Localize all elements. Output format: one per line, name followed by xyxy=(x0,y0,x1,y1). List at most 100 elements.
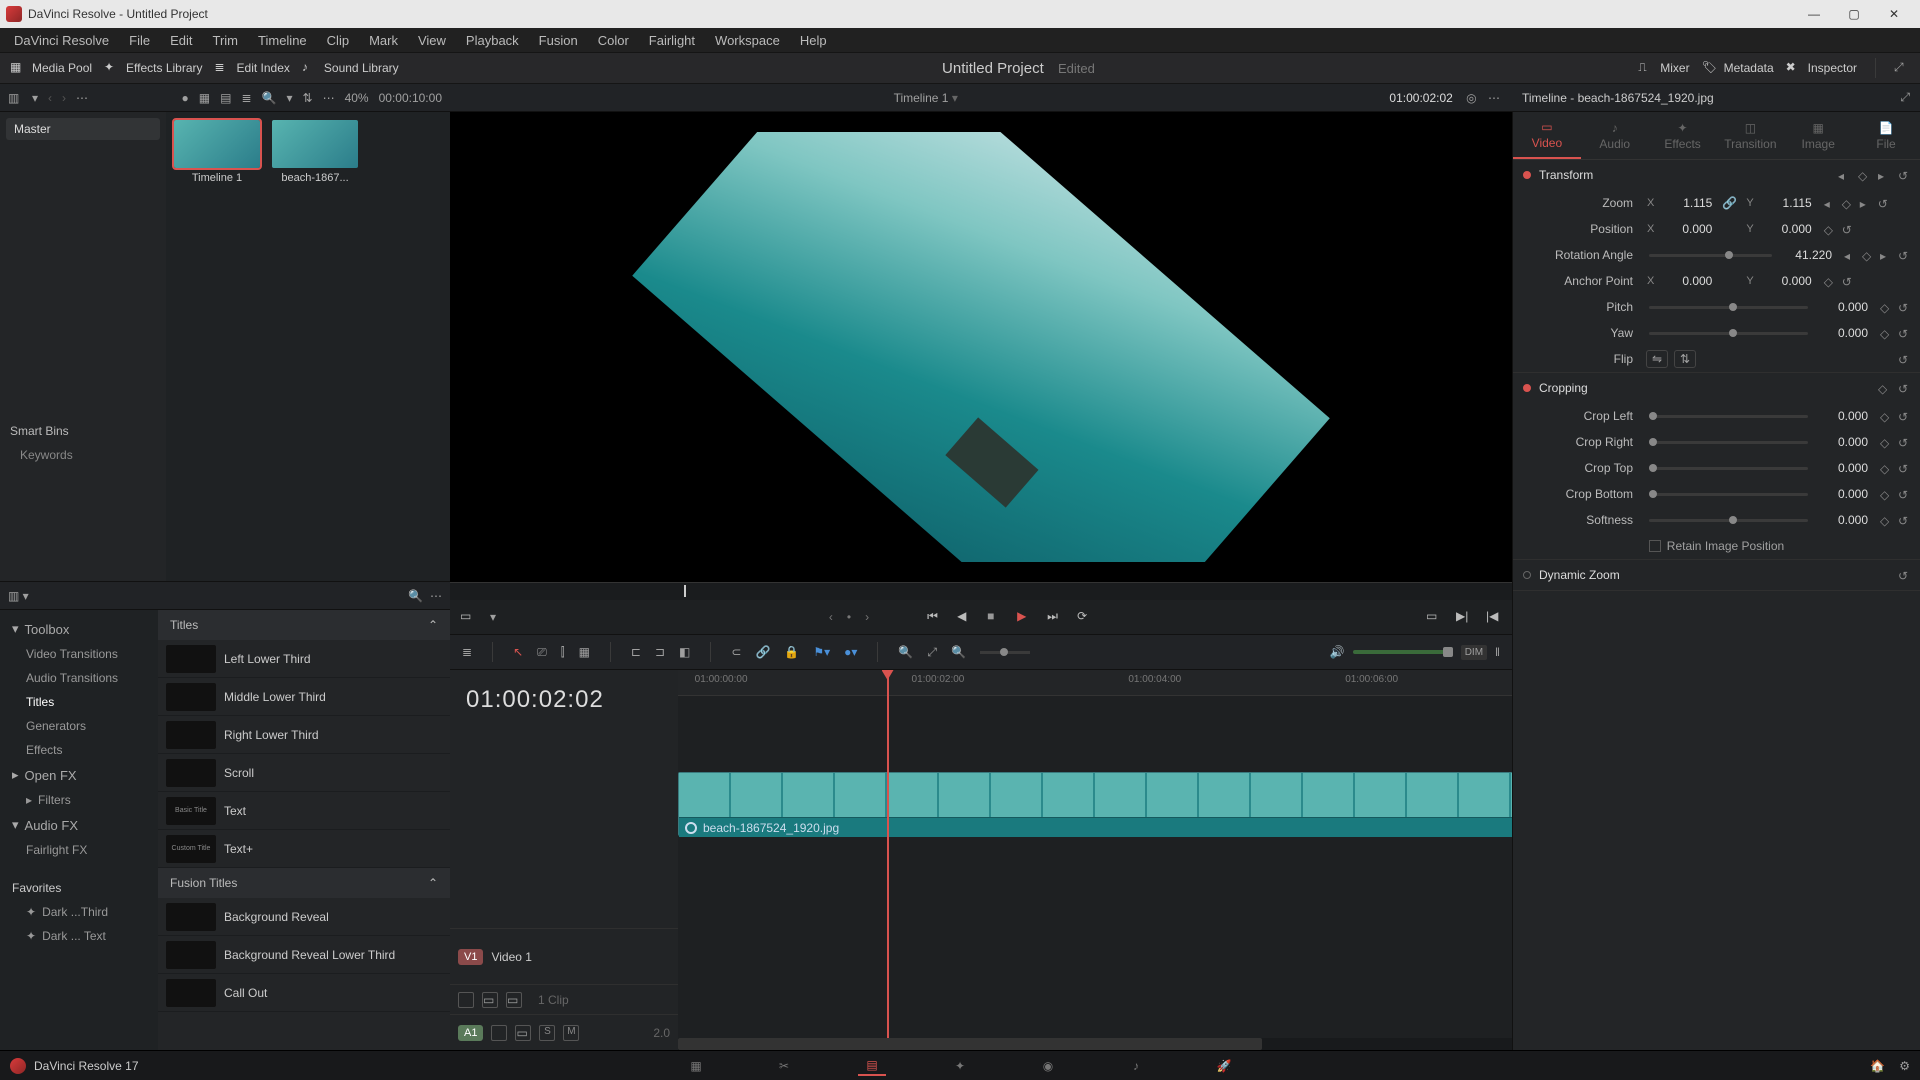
inspector-toggle[interactable]: ✖Inspector xyxy=(1786,60,1857,76)
link-icon[interactable]: 🔗 xyxy=(755,645,770,659)
menu-mark[interactable]: Mark xyxy=(361,30,406,51)
overwrite-icon[interactable]: ⊐ xyxy=(655,645,665,659)
loop-icon[interactable]: ⟳ xyxy=(1077,609,1093,625)
edit-page[interactable]: ▤ xyxy=(858,1056,886,1076)
keywords-bin[interactable]: Keywords xyxy=(6,442,160,468)
pos-x-value[interactable]: 0.000 xyxy=(1658,220,1716,238)
timeline-scrollbar[interactable] xyxy=(678,1038,1512,1050)
timeline-timecode[interactable]: 01:00:02:02 xyxy=(450,670,678,730)
audio-transitions[interactable]: Audio Transitions xyxy=(0,666,158,690)
stop-icon[interactable]: ■ xyxy=(987,609,1003,625)
replace-icon[interactable]: ◧ xyxy=(679,645,690,659)
sort-icon[interactable]: ⇅ xyxy=(303,91,313,105)
dim-button[interactable]: DIM xyxy=(1461,645,1487,660)
title-item[interactable]: Scroll xyxy=(158,754,450,792)
menu-edit[interactable]: Edit xyxy=(162,30,200,51)
marker-icon[interactable]: ●▾ xyxy=(844,645,857,659)
grid-view-icon[interactable]: ▤ xyxy=(220,91,231,105)
viewer-scrubber[interactable] xyxy=(450,582,1512,600)
menu-fusion[interactable]: Fusion xyxy=(531,30,586,51)
viewer-timecode[interactable]: 01:00:02:02 xyxy=(1389,91,1452,105)
expand-icon[interactable]: ⤢ xyxy=(1894,60,1910,76)
disable-track-icon[interactable]: ▭ xyxy=(506,992,522,1008)
search-icon[interactable]: 🔍 xyxy=(262,91,277,105)
menu-file[interactable]: File xyxy=(121,30,158,51)
reset-icon[interactable]: ↺ xyxy=(1842,223,1854,235)
close-button[interactable]: ✕ xyxy=(1874,4,1914,24)
fairlight-page[interactable]: ♪ xyxy=(1122,1056,1150,1076)
bypass-icon[interactable]: ◎ xyxy=(1466,91,1476,105)
menu-workspace[interactable]: Workspace xyxy=(707,30,788,51)
media-pool-toggle[interactable]: ▦Media Pool xyxy=(10,60,92,76)
keyframe-icon[interactable]: ◇ xyxy=(1862,249,1874,261)
clip-beach[interactable]: beach-1867... xyxy=(272,120,358,184)
fav-item[interactable]: ✦ Dark ... Text xyxy=(0,924,158,948)
keyframe-icon[interactable]: ◇ xyxy=(1880,488,1892,500)
effects-node[interactable]: Effects xyxy=(0,738,158,762)
reset-icon[interactable]: ↺ xyxy=(1842,275,1854,287)
cut-page[interactable]: ✂ xyxy=(770,1056,798,1076)
step-back-small-icon[interactable]: |◀ xyxy=(1486,609,1502,625)
pitch-value[interactable]: 0.000 xyxy=(1814,298,1872,316)
zoom-y-value[interactable]: 1.115 xyxy=(1758,194,1816,212)
titles-node[interactable]: Titles xyxy=(0,690,158,714)
menu-timeline[interactable]: Timeline xyxy=(250,30,315,51)
lock-track-icon[interactable] xyxy=(458,992,474,1008)
reset-icon[interactable]: ↺ xyxy=(1898,569,1910,581)
transform-section[interactable]: Transform ◂ ◇ ▸ ↺ xyxy=(1513,160,1920,190)
inspector-tab-file[interactable]: 📄File xyxy=(1852,112,1920,159)
rotation-slider[interactable] xyxy=(1649,254,1772,257)
settings-icon[interactable]: ⚙ xyxy=(1899,1059,1910,1073)
next-keyframe-icon[interactable]: ▸ xyxy=(1860,197,1872,209)
video-track-header[interactable]: V1 Video 1 xyxy=(450,928,678,984)
flip-h-button[interactable]: ⇋ xyxy=(1646,350,1668,368)
playhead[interactable] xyxy=(887,670,889,1050)
goto-end-icon[interactable]: ⏭ xyxy=(1047,609,1063,625)
panel-icon[interactable]: ▥ ▾ xyxy=(8,589,29,603)
crop-top-slider[interactable] xyxy=(1649,467,1808,470)
menu-app[interactable]: DaVinci Resolve xyxy=(6,30,117,51)
insert-icon[interactable]: ⊏ xyxy=(631,645,641,659)
next-edit-icon[interactable]: › xyxy=(865,610,869,624)
reset-icon[interactable]: ↺ xyxy=(1898,353,1910,365)
list-view-icon[interactable]: ≣ xyxy=(241,91,251,105)
next-keyframe-icon[interactable]: ▸ xyxy=(1878,169,1890,181)
step-back-icon[interactable]: ◀ xyxy=(957,609,973,625)
media-page[interactable]: ▦ xyxy=(682,1056,710,1076)
a1-tag[interactable]: A1 xyxy=(458,1025,483,1041)
fusion-titles-category[interactable]: Fusion Titles⌃ xyxy=(158,868,450,898)
title-item[interactable]: Middle Lower Third xyxy=(158,678,450,716)
thumb-view-icon[interactable]: ▦ xyxy=(199,91,210,105)
yaw-value[interactable]: 0.000 xyxy=(1814,324,1872,342)
menu-trim[interactable]: Trim xyxy=(205,30,247,51)
cropping-section[interactable]: Cropping ◇ ↺ xyxy=(1513,373,1920,403)
keyframe-icon[interactable]: ◇ xyxy=(1824,223,1836,235)
trim-tool-icon[interactable]: ⎚ xyxy=(537,645,547,660)
keyframe-icon[interactable]: ◇ xyxy=(1880,462,1892,474)
fav-item[interactable]: ✦ Dark ...Third xyxy=(0,900,158,924)
viewer[interactable] xyxy=(450,112,1512,582)
chevron-down-icon[interactable]: ▾ xyxy=(490,610,496,624)
dynamic-zoom-section[interactable]: Dynamic Zoom ↺ xyxy=(1513,560,1920,590)
reset-icon[interactable]: ↺ xyxy=(1898,327,1910,339)
meter-icon[interactable]: ‖ xyxy=(1495,645,1500,659)
keyframe-icon[interactable]: ◇ xyxy=(1880,301,1892,313)
fairlightfx-node[interactable]: Fairlight FX xyxy=(0,838,158,862)
audiofx-node[interactable]: ▾Audio FX xyxy=(0,812,158,838)
retain-checkbox[interactable] xyxy=(1649,540,1661,552)
metadata-toggle[interactable]: 🏷Metadata xyxy=(1702,60,1774,76)
menu-view[interactable]: View xyxy=(410,30,454,51)
generators-node[interactable]: Generators xyxy=(0,714,158,738)
anchor-y-value[interactable]: 0.000 xyxy=(1758,272,1816,290)
flag-icon[interactable]: ⚑▾ xyxy=(813,645,830,659)
prev-edit-icon[interactable]: ‹ xyxy=(829,610,833,624)
audio-track-header[interactable]: A1 ▭ S M 2.0 xyxy=(450,1014,678,1050)
reset-icon[interactable]: ↺ xyxy=(1898,249,1910,261)
auto-select-icon[interactable]: ▭ xyxy=(515,1025,531,1041)
yaw-slider[interactable] xyxy=(1649,332,1808,335)
keyframe-icon[interactable]: ◇ xyxy=(1858,169,1870,181)
keyframe-icon[interactable]: ◇ xyxy=(1878,382,1890,394)
maximize-button[interactable]: ▢ xyxy=(1834,4,1874,24)
zoom-x-value[interactable]: 1.115 xyxy=(1658,194,1716,212)
record-icon[interactable]: ● xyxy=(182,91,189,105)
